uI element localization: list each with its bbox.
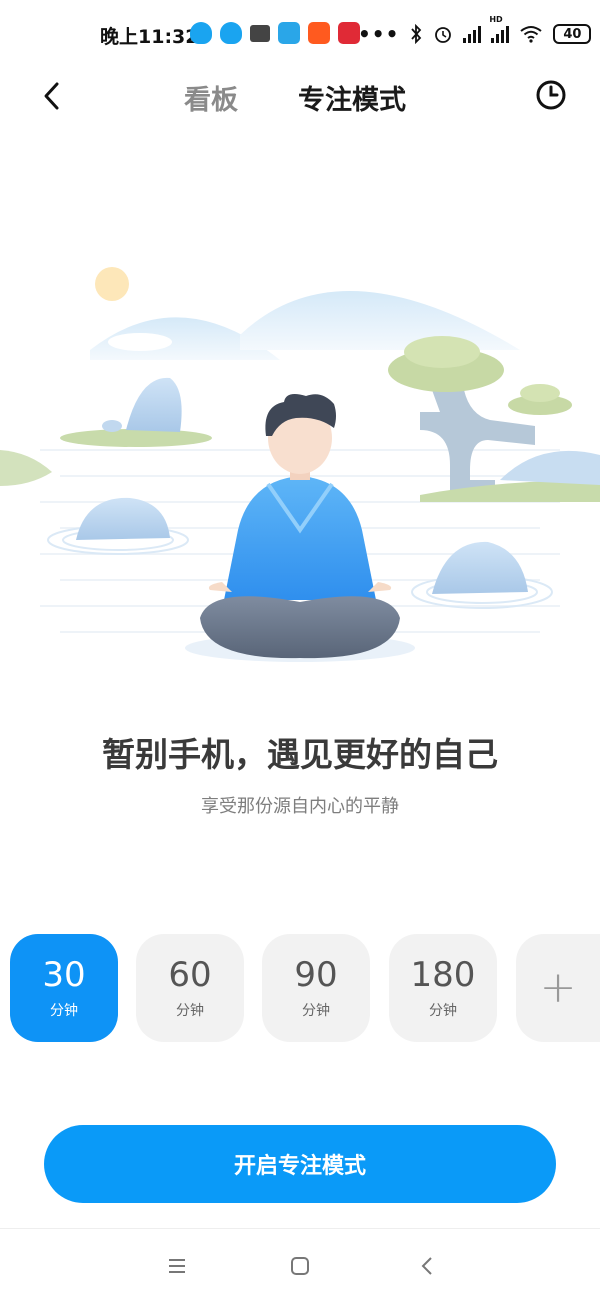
duration-option-60[interactable]: 60 分钟 — [136, 934, 244, 1042]
home-square-icon — [291, 1257, 309, 1275]
meditation-illustration — [0, 267, 600, 662]
signal-hd-icon: HD — [489, 15, 510, 43]
left-rock — [126, 377, 182, 432]
left-island — [60, 429, 212, 447]
sun-shape — [95, 267, 129, 301]
signal-icon — [463, 25, 482, 43]
back-triangle-icon — [421, 1257, 432, 1275]
menu-icon — [169, 1259, 185, 1273]
menu-nav-button[interactable] — [162, 1251, 192, 1281]
mountain-right — [240, 290, 520, 350]
cloud-right — [414, 291, 466, 305]
taobao-icon — [308, 22, 330, 44]
message-icon — [250, 24, 270, 42]
bluetooth-icon — [411, 24, 422, 44]
wifi-icon — [520, 26, 542, 43]
subline: 享受那份源自内心的平静 — [201, 796, 399, 817]
option-unit: 分钟 — [429, 1003, 457, 1019]
option-unit: 分钟 — [176, 1003, 204, 1019]
duration-option-30[interactable]: 30 分钟 — [10, 934, 118, 1042]
back-nav-button[interactable] — [412, 1251, 442, 1281]
battery-indicator: 40 — [553, 24, 592, 44]
water-stone-right — [432, 541, 528, 594]
alarm-icon — [435, 27, 452, 43]
water-stone-left — [76, 497, 170, 540]
duration-option-90[interactable]: 90 分钟 — [262, 934, 370, 1042]
meditating-person — [200, 394, 400, 659]
focus-mode-screen: 晚上11:32 ••• HD 40 看板 专注模式 暂别手机，遇见更好的自己 享… — [0, 0, 600, 1300]
system-navigation-bar — [0, 1229, 600, 1300]
chevron-left-icon — [44, 82, 59, 110]
history-button[interactable] — [534, 78, 568, 112]
headline: 暂别手机，遇见更好的自己 — [102, 735, 498, 774]
more-dots: ••• — [358, 22, 400, 46]
hd-label: HD — [489, 15, 503, 24]
duration-option-180[interactable]: 180 分钟 — [389, 934, 497, 1042]
tab-board[interactable]: 看板 — [184, 78, 238, 117]
top-bar: 看板 专注模式 — [0, 70, 600, 122]
qq-icon — [190, 22, 212, 44]
clock-icon — [536, 80, 566, 110]
qq-icon-2 — [220, 22, 242, 44]
start-focus-button[interactable]: 开启专注模式 — [44, 1125, 556, 1203]
home-nav-button[interactable] — [285, 1251, 315, 1281]
option-value: 60 — [168, 955, 212, 995]
custom-duration-button[interactable]: + — [516, 934, 600, 1042]
tab-focus-mode[interactable]: 专注模式 — [298, 78, 406, 117]
status-time: 晚上11:32 — [100, 26, 199, 48]
option-value: 90 — [294, 955, 338, 995]
option-value: 180 — [410, 955, 476, 995]
notification-icons — [190, 22, 360, 44]
left-grass — [0, 450, 52, 486]
option-unit: 分钟 — [302, 1003, 330, 1019]
back-button[interactable] — [36, 76, 68, 116]
app-icon-2 — [338, 22, 360, 44]
option-unit: 分钟 — [50, 1003, 78, 1019]
option-value: 30 — [42, 955, 86, 995]
app-icon — [278, 22, 300, 44]
status-bar: 晚上11:32 ••• HD 40 — [0, 0, 600, 70]
system-icons: ••• HD 40 — [358, 15, 592, 46]
cloud-left — [108, 333, 172, 351]
plus-icon: + — [539, 962, 577, 1013]
